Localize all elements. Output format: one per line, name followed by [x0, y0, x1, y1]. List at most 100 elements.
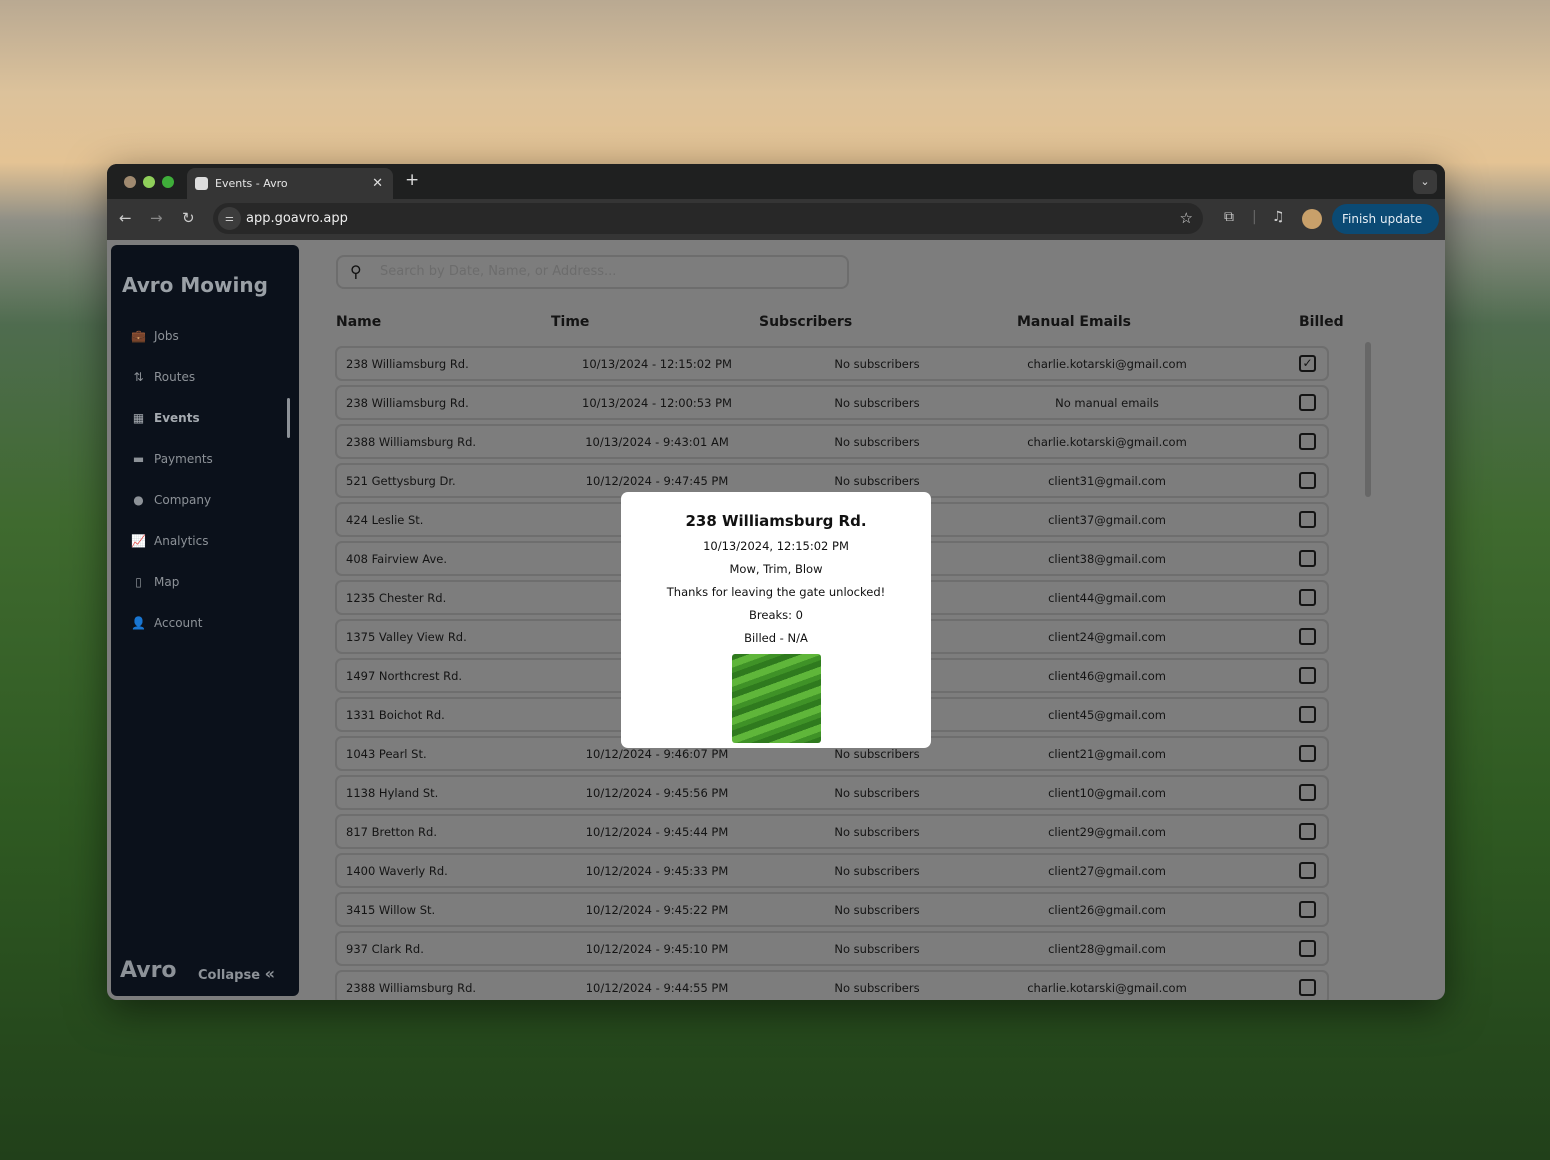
billed-checkbox[interactable] — [1299, 706, 1316, 723]
header-subscribers[interactable]: Subscribers — [759, 314, 852, 330]
billed-checkbox[interactable] — [1299, 511, 1316, 528]
cell-subscribers: No subscribers — [834, 864, 920, 878]
sidebar-item-company[interactable]: ● Company — [131, 493, 211, 507]
cell-email: client24@gmail.com — [1048, 630, 1166, 644]
cell-email: client38@gmail.com — [1048, 552, 1166, 566]
billed-checkbox[interactable] — [1299, 472, 1316, 489]
cell-subscribers: No subscribers — [834, 786, 920, 800]
cell-name: 1497 Northcrest Rd. — [346, 669, 463, 683]
billed-checkbox[interactable] — [1299, 628, 1316, 645]
sidebar-item-payments[interactable]: ▬ Payments — [131, 452, 213, 466]
double-chevron-left-icon: « — [264, 964, 275, 983]
table-row[interactable]: 238 Williamsburg Rd. 10/13/2024 - 12:15:… — [335, 346, 1329, 381]
cell-time: 10/12/2024 - 9:45:56 PM — [585, 786, 729, 800]
sidebar-item-label: Map — [154, 575, 180, 589]
billed-checkbox[interactable] — [1299, 862, 1316, 879]
table-row[interactable]: 3415 Willow St. 10/12/2024 - 9:45:22 PM … — [335, 892, 1329, 927]
tab-search-chevron-icon[interactable]: ⌄ — [1413, 170, 1437, 194]
billed-checkbox[interactable] — [1299, 823, 1316, 840]
table-row[interactable]: 1400 Waverly Rd. 10/12/2024 - 9:45:33 PM… — [335, 853, 1329, 888]
billed-checkbox[interactable]: ✓ — [1299, 355, 1316, 372]
sidebar-item-routes[interactable]: ⇅ Routes — [131, 370, 195, 384]
cell-subscribers: No subscribers — [834, 942, 920, 956]
extensions-icon[interactable]: ⧉ — [1224, 209, 1234, 225]
cell-name: 1331 Boichot Rd. — [346, 708, 445, 722]
sidebar-item-analytics[interactable]: 📈 Analytics — [131, 534, 209, 548]
cell-name: 408 Fairview Ave. — [346, 552, 448, 566]
billed-checkbox[interactable] — [1299, 667, 1316, 684]
tab-bar: Events - Avro ✕ + ⌄ — [107, 164, 1445, 199]
scrollbar[interactable] — [1365, 342, 1371, 497]
search-input[interactable]: ⚲ Search by Date, Name, or Address... — [336, 255, 849, 289]
billed-checkbox[interactable] — [1299, 940, 1316, 957]
table-row[interactable]: 2388 Williamsburg Rd. 10/13/2024 - 9:43:… — [335, 424, 1329, 459]
table-row[interactable]: 2388 Williamsburg Rd. 10/12/2024 - 9:44:… — [335, 970, 1329, 1000]
billed-checkbox[interactable] — [1299, 979, 1316, 996]
maximize-window-button[interactable] — [162, 176, 174, 188]
media-control-icon[interactable]: ♫ — [1272, 209, 1285, 225]
popup-billed: Billed - N/A — [744, 631, 808, 645]
reload-icon[interactable]: ↻ — [182, 209, 195, 227]
cell-time: 10/12/2024 - 9:46:07 PM — [585, 747, 729, 761]
billed-checkbox[interactable] — [1299, 394, 1316, 411]
site-settings-icon[interactable]: ⚌ — [218, 207, 241, 230]
cell-subscribers: No subscribers — [834, 474, 920, 488]
profile-avatar[interactable] — [1302, 209, 1322, 229]
app-content: Avro Mowing 💼 Jobs ⇅ Routes ▦ Events ▬ Payments… — [107, 240, 1445, 1000]
sidebar-item-label: Account — [154, 616, 203, 630]
header-name[interactable]: Name — [336, 314, 381, 330]
cell-subscribers: No subscribers — [834, 903, 920, 917]
cell-time: 10/13/2024 - 12:15:02 PM — [582, 357, 732, 371]
tab-title: Events - Avro — [215, 177, 288, 190]
header-billed[interactable]: Billed — [1299, 314, 1344, 330]
lawn-photo[interactable] — [731, 654, 821, 743]
bookmark-star-icon[interactable]: ☆ — [1180, 203, 1193, 234]
close-tab-icon[interactable]: ✕ — [372, 168, 383, 199]
billed-checkbox[interactable] — [1299, 550, 1316, 567]
collapse-button[interactable]: Collapse « — [198, 964, 275, 983]
cell-name: 521 Gettysburg Dr. — [346, 474, 456, 488]
cell-subscribers: No subscribers — [834, 396, 920, 410]
header-manual-emails[interactable]: Manual Emails — [1017, 314, 1131, 330]
credit-card-icon: ▬ — [132, 452, 145, 466]
tab-events[interactable]: Events - Avro ✕ — [187, 168, 393, 199]
billed-checkbox[interactable] — [1299, 901, 1316, 918]
sidebar-item-jobs[interactable]: 💼 Jobs — [131, 329, 179, 343]
info-icon: ● — [133, 493, 144, 507]
map-icon: ▯ — [135, 575, 142, 589]
billed-checkbox[interactable] — [1299, 589, 1316, 606]
cell-name: 3415 Willow St. — [346, 903, 436, 917]
close-window-button[interactable] — [124, 176, 136, 188]
table-row[interactable]: 238 Williamsburg Rd. 10/13/2024 - 12:00:… — [335, 385, 1329, 420]
cell-time: 10/12/2024 - 9:47:45 PM — [585, 474, 729, 488]
event-detail-popup: 238 Williamsburg Rd. 10/13/2024, 12:15:0… — [621, 492, 931, 748]
briefcase-icon: 💼 — [131, 329, 146, 343]
minimize-window-button[interactable] — [143, 176, 155, 188]
sidebar-item-events[interactable]: ▦ Events — [131, 411, 200, 425]
avro-logo: Avro — [120, 958, 177, 983]
sidebar-item-account[interactable]: 👤 Account — [131, 616, 202, 630]
cell-name: 1138 Hyland St. — [346, 786, 439, 800]
back-icon[interactable]: ← — [119, 209, 132, 227]
billed-checkbox[interactable] — [1299, 784, 1316, 801]
billed-checkbox[interactable] — [1299, 433, 1316, 450]
sidebar-item-label: Analytics — [154, 534, 209, 548]
finish-update-button[interactable]: Finish update ⋮ — [1332, 204, 1439, 256]
brand-title: Avro Mowing — [122, 273, 268, 297]
cell-email: client37@gmail.com — [1048, 513, 1166, 527]
sidebar-item-label: Jobs — [154, 329, 179, 343]
table-row[interactable]: 1138 Hyland St. 10/12/2024 - 9:45:56 PM … — [335, 775, 1329, 810]
search-icon: ⚲ — [350, 262, 362, 281]
url-bar[interactable]: ⚌ app.goavro.app ☆ — [213, 203, 1203, 234]
new-tab-button[interactable]: + — [405, 170, 419, 190]
sidebar-item-map[interactable]: ▯ Map — [131, 575, 179, 589]
cell-email: client21@gmail.com — [1048, 747, 1166, 761]
active-indicator — [287, 398, 290, 438]
user-icon: 👤 — [131, 616, 146, 630]
table-row[interactable]: 817 Bretton Rd. 10/12/2024 - 9:45:44 PM … — [335, 814, 1329, 849]
forward-icon[interactable]: → — [150, 209, 163, 227]
table-row[interactable]: 937 Clark Rd. 10/12/2024 - 9:45:10 PM No… — [335, 931, 1329, 966]
url-text: app.goavro.app — [246, 211, 348, 226]
billed-checkbox[interactable] — [1299, 745, 1316, 762]
header-time[interactable]: Time — [551, 314, 589, 330]
